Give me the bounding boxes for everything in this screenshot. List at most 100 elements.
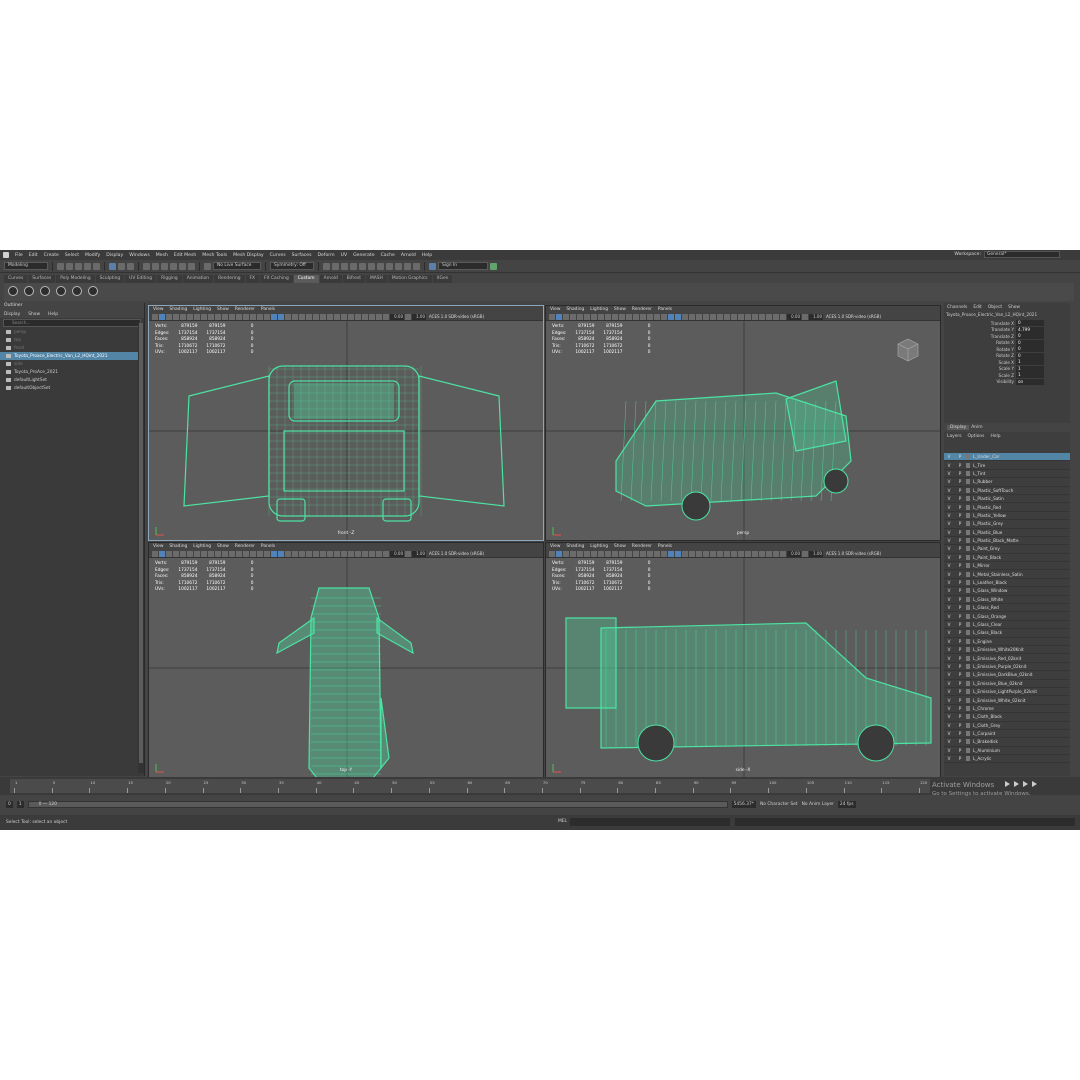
layer-playback-toggle[interactable]: P xyxy=(954,723,966,728)
viewport-tool-icon[interactable] xyxy=(383,550,389,557)
menu-edit-mesh[interactable]: Edit Mesh xyxy=(174,253,196,258)
light-icon[interactable] xyxy=(386,262,393,270)
layer-playback-toggle[interactable]: P xyxy=(954,471,966,476)
viewport-tool-icon[interactable] xyxy=(201,550,207,557)
viewport-tool-icon[interactable] xyxy=(320,550,326,557)
channel-menu-object[interactable]: Object xyxy=(988,305,1002,310)
play-icon[interactable] xyxy=(395,262,402,270)
layer-playback-toggle[interactable]: P xyxy=(954,672,966,677)
viewport-tool-icon[interactable] xyxy=(187,313,193,320)
layer-playback-toggle[interactable]: P xyxy=(954,538,966,543)
viewport-tool-icon[interactable] xyxy=(640,313,646,320)
character-set-dropdown[interactable]: No Character Set xyxy=(760,802,798,807)
viewport-tool-icon[interactable] xyxy=(215,313,221,320)
display-layer-row[interactable]: V P L_Paint_Grey xyxy=(944,545,1070,554)
display-layer-row[interactable]: V P L_Mirror xyxy=(944,562,1070,571)
shelf-tab[interactable]: MASH xyxy=(365,275,387,283)
viewport-tool-icon[interactable] xyxy=(299,313,305,320)
viewport-menu-item[interactable]: Shading xyxy=(566,544,584,549)
channel-menu-show[interactable]: Show xyxy=(1008,305,1020,310)
layer-color-swatch[interactable] xyxy=(966,647,970,653)
viewport-menu-item[interactable]: View xyxy=(153,544,163,549)
redo-icon[interactable] xyxy=(93,262,100,270)
display-layer-row[interactable]: V P L_Plastic_Satin xyxy=(944,495,1070,504)
layer-playback-toggle[interactable]: P xyxy=(954,463,966,468)
layer-color-swatch[interactable] xyxy=(966,580,970,586)
outliner-item[interactable]: top xyxy=(0,336,144,344)
shelf-tab[interactable]: FX Caching xyxy=(260,275,293,283)
viewport-menu-item[interactable]: Renderer xyxy=(632,544,652,549)
layer-color-swatch[interactable] xyxy=(966,596,970,602)
channel-menu-channels[interactable]: Channels xyxy=(947,305,967,310)
viewport-tool-icon[interactable] xyxy=(703,550,709,557)
viewport-menu-item[interactable]: Shading xyxy=(169,544,187,549)
viewport-tool-icon[interactable] xyxy=(696,313,702,320)
magnet-icon[interactable] xyxy=(204,262,211,270)
display-layer-row[interactable]: V P L_Glass_White xyxy=(944,596,1070,605)
viewport-menu-item[interactable]: Lighting xyxy=(590,544,608,549)
viewport-persp[interactable]: View Shading Lighting Show Renderer Panels 0.0… xyxy=(545,305,941,541)
viewport-tool-icon[interactable] xyxy=(306,313,312,320)
viewport-tool-icon[interactable] xyxy=(278,550,284,557)
viewport-tool-icon[interactable] xyxy=(661,313,667,320)
menu-modify[interactable]: Modify xyxy=(85,253,100,258)
viewport-tool-icon[interactable] xyxy=(654,550,660,557)
viewport-tool-icon[interactable] xyxy=(327,313,333,320)
exposure-field[interactable]: 0.00 xyxy=(787,550,801,557)
display-layer-row[interactable]: V P L_Emissive_White_02knit xyxy=(944,696,1070,705)
layer-visibility-toggle[interactable]: V xyxy=(944,731,954,736)
viewport-tool-icon[interactable] xyxy=(598,550,604,557)
layer-playback-toggle[interactable]: P xyxy=(954,639,966,644)
layer-playback-toggle[interactable]: P xyxy=(954,681,966,686)
viewport-tool-icon[interactable] xyxy=(229,550,235,557)
layer-color-swatch[interactable] xyxy=(966,672,970,678)
render-settings-icon[interactable] xyxy=(350,262,357,270)
viewport-tool-icon[interactable] xyxy=(682,550,688,557)
display-layer-row[interactable]: V P L_Acrylic xyxy=(944,755,1070,764)
viewport-tool-icon[interactable] xyxy=(549,313,555,320)
layer-color-swatch[interactable] xyxy=(966,521,970,527)
viewport-tool-icon[interactable] xyxy=(675,313,681,320)
viewport-menu-item[interactable]: View xyxy=(550,307,560,312)
viewport-menu-item[interactable]: View xyxy=(153,307,163,312)
layer-playback-toggle[interactable]: P xyxy=(954,521,966,526)
layer-color-swatch[interactable] xyxy=(966,605,970,611)
menu-mesh-tools[interactable]: Mesh Tools xyxy=(202,253,227,258)
display-layer-row[interactable]: V P L_Under_Car xyxy=(944,453,1070,462)
viewport-tool-icon[interactable] xyxy=(250,550,256,557)
viewport-tool-icon[interactable] xyxy=(257,313,263,320)
viewport-tool-icon[interactable] xyxy=(759,313,765,320)
viewport-tool-icon[interactable] xyxy=(334,550,340,557)
viewport-tool-icon[interactable] xyxy=(780,313,786,320)
channel-attr-row[interactable]: Visibility on xyxy=(944,378,1070,386)
viewport-tool-icon[interactable] xyxy=(591,313,597,320)
outliner-scrollbar[interactable] xyxy=(138,323,144,773)
layer-playback-toggle[interactable]: P xyxy=(954,731,966,736)
viewport-tool-icon[interactable] xyxy=(285,313,291,320)
shelf-tool-icon[interactable] xyxy=(88,286,98,296)
display-layer-row[interactable]: V P L_Plastic_Black_Matte xyxy=(944,537,1070,546)
shelf-tab[interactable]: Animation xyxy=(182,275,214,283)
shelf-tab[interactable]: Rendering xyxy=(214,275,245,283)
viewport-tool-icon[interactable] xyxy=(626,550,632,557)
viewport-tool-icon[interactable] xyxy=(738,550,744,557)
select-object-icon[interactable] xyxy=(118,262,125,270)
menu-surfaces[interactable]: Surfaces xyxy=(292,253,312,258)
viewport-tool-icon[interactable] xyxy=(556,313,562,320)
symmetry-dropdown[interactable]: Symmetry: Off xyxy=(270,262,314,270)
layer-visibility-toggle[interactable]: V xyxy=(944,479,954,484)
layer-playback-toggle[interactable]: P xyxy=(954,689,966,694)
layer-color-swatch[interactable] xyxy=(966,487,970,493)
exposure-field[interactable]: 0.00 xyxy=(787,313,801,320)
viewport-tool-icon[interactable] xyxy=(320,313,326,320)
layer-visibility-toggle[interactable]: V xyxy=(944,664,954,669)
layer-color-swatch[interactable] xyxy=(966,462,970,468)
layer-playback-toggle[interactable]: P xyxy=(954,656,966,661)
render-view-icon[interactable] xyxy=(368,262,375,270)
layer-visibility-toggle[interactable]: V xyxy=(944,580,954,585)
layer-color-swatch[interactable] xyxy=(966,697,970,703)
viewport-tool-icon[interactable] xyxy=(271,550,277,557)
outliner-item[interactable]: defaultObjectSet xyxy=(0,384,144,392)
layer-visibility-toggle[interactable]: V xyxy=(944,723,954,728)
layer-playback-toggle[interactable]: P xyxy=(954,479,966,484)
